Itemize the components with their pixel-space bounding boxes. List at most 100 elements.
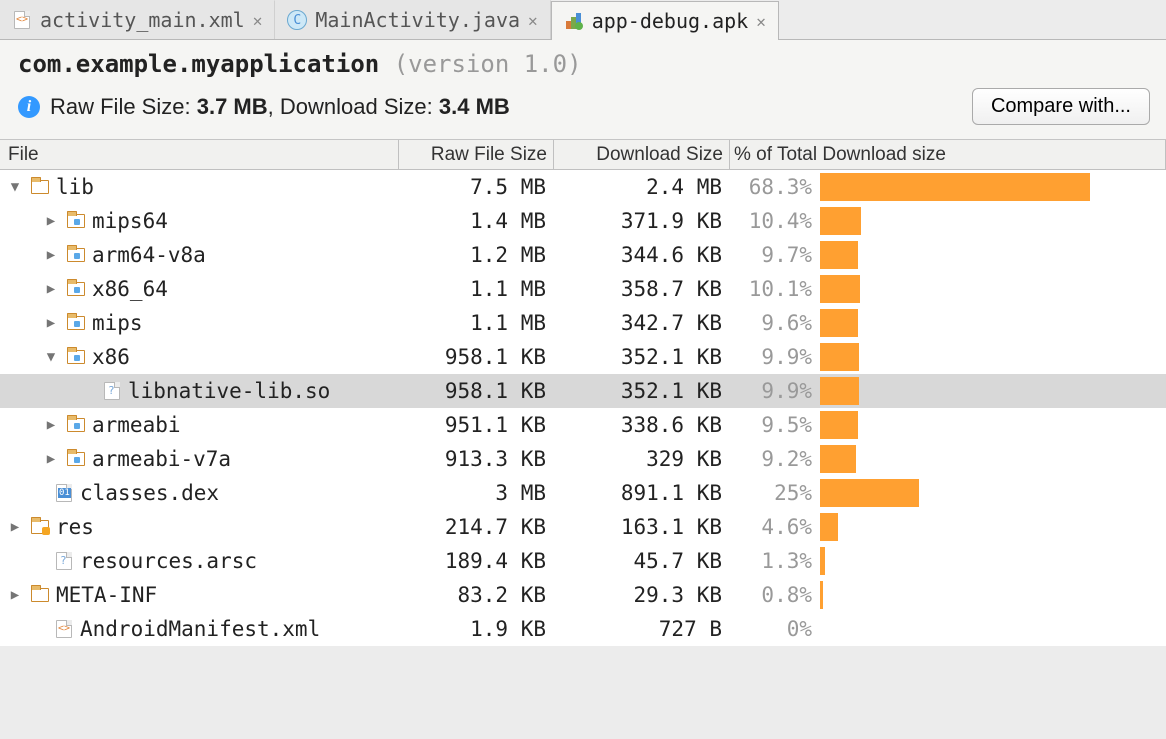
table-row[interactable]: ▶mips641.4 MB371.9 KB10.4%	[0, 204, 1166, 238]
disclosure-triangle-icon[interactable]: ▶	[42, 247, 60, 263]
download-size: 727 B	[554, 617, 730, 641]
table-row[interactable]: ▶ arm64-v8a 1.2 MB344.6 KB9.7%	[0, 238, 1166, 272]
pct-value: 0.8%	[730, 583, 820, 607]
folder-icon	[66, 246, 86, 264]
compare-with-button[interactable]: Compare with...	[972, 88, 1150, 125]
table-row[interactable]: AndroidManifest.xml1.9 KB727 B0%	[0, 612, 1166, 646]
raw-size: 913.3 KB	[399, 447, 554, 471]
download-size: 371.9 KB	[554, 209, 730, 233]
package-version: (version 1.0)	[394, 50, 582, 78]
table-row[interactable]: resources.arsc189.4 KB45.7 KB1.3%	[0, 544, 1166, 578]
xml-file-icon	[54, 620, 74, 638]
raw-size: 1.2 MB	[399, 243, 554, 267]
column-raw-size[interactable]: Raw File Size	[399, 140, 554, 169]
raw-size: 3 MB	[399, 481, 554, 505]
raw-size: 951.1 KB	[399, 413, 554, 437]
pct-bar	[820, 374, 1166, 408]
folder-icon	[30, 178, 50, 196]
table-row[interactable]: ▼x86958.1 KB352.1 KB9.9%	[0, 340, 1166, 374]
download-size: 45.7 KB	[554, 549, 730, 573]
table-row[interactable]: ▶armeabi951.1 KB338.6 KB9.5%	[0, 408, 1166, 442]
column-pct-total[interactable]: % of Total Download size	[730, 140, 1166, 169]
tab-activity-main[interactable]: activity_main.xml ✕	[0, 0, 275, 39]
close-icon[interactable]: ✕	[253, 11, 263, 30]
raw-size: 958.1 KB	[399, 379, 554, 403]
java-class-icon: C	[287, 10, 307, 30]
editor-tabs: activity_main.xml ✕ C MainActivity.java …	[0, 0, 1166, 40]
file-name: res	[56, 515, 94, 539]
file-name: resources.arsc	[80, 549, 257, 573]
folder-icon	[66, 416, 86, 434]
pct-value: 10.4%	[730, 209, 820, 233]
raw-size: 1.4 MB	[399, 209, 554, 233]
pct-value: 9.9%	[730, 345, 820, 369]
disclosure-triangle-icon[interactable]: ▶	[42, 281, 60, 297]
file-name: AndroidManifest.xml	[80, 617, 320, 641]
disclosure-triangle-icon[interactable]: ▶	[42, 417, 60, 433]
table-row[interactable]: libnative-lib.so958.1 KB352.1 KB9.9%	[0, 374, 1166, 408]
disclosure-triangle-icon[interactable]: ▶	[6, 587, 24, 603]
file-name: libnative-lib.so	[128, 379, 330, 403]
pct-bar	[820, 408, 1166, 442]
table-row[interactable]: ▶x86_641.1 MB358.7 KB10.1%	[0, 272, 1166, 306]
disclosure-triangle-icon[interactable]: ▶	[42, 213, 60, 229]
file-tree: ▼lib7.5 MB2.4 MB68.3%▶mips641.4 MB371.9 …	[0, 170, 1166, 646]
table-row[interactable]: ▼lib7.5 MB2.4 MB68.3%	[0, 170, 1166, 204]
tab-label: app-debug.apk	[592, 9, 749, 33]
pct-bar	[820, 612, 1166, 646]
tab-label: MainActivity.java	[315, 8, 520, 32]
table-row[interactable]: ▶ res 214.7 KB163.1 KB4.6%	[0, 510, 1166, 544]
close-icon[interactable]: ✕	[756, 12, 766, 31]
tab-main-activity[interactable]: C MainActivity.java ✕	[275, 0, 550, 39]
folder-icon	[30, 518, 50, 536]
table-row[interactable]: ▶META-INF83.2 KB29.3 KB0.8%	[0, 578, 1166, 612]
pct-bar	[820, 544, 1166, 578]
pct-value: 1.3%	[730, 549, 820, 573]
raw-size: 7.5 MB	[399, 175, 554, 199]
disclosure-triangle-icon[interactable]: ▶	[42, 315, 60, 331]
file-icon	[54, 552, 74, 570]
file-name: META-INF	[56, 583, 157, 607]
column-file[interactable]: File	[0, 140, 399, 169]
pct-bar	[820, 340, 1166, 374]
pct-value: 9.2%	[730, 447, 820, 471]
pct-bar	[820, 476, 1166, 510]
disclosure-triangle-icon[interactable]: ▶	[42, 451, 60, 467]
table-row[interactable]: classes.dex3 MB891.1 KB25%	[0, 476, 1166, 510]
pct-value: 4.6%	[730, 515, 820, 539]
size-summary: Raw File Size: 3.7 MB, Download Size: 3.…	[50, 94, 510, 120]
file-name: x86_64	[92, 277, 168, 301]
download-size: 163.1 KB	[554, 515, 730, 539]
download-size: 2.4 MB	[554, 175, 730, 199]
xml-icon	[12, 10, 32, 30]
pct-value: 9.6%	[730, 311, 820, 335]
file-name: armeabi-v7a	[92, 447, 231, 471]
raw-size: 1.9 KB	[399, 617, 554, 641]
disclosure-triangle-icon[interactable]: ▼	[6, 179, 24, 195]
raw-size: 214.7 KB	[399, 515, 554, 539]
tab-app-debug-apk[interactable]: app-debug.apk ✕	[551, 1, 779, 40]
table-row[interactable]: ▶armeabi-v7a913.3 KB329 KB9.2%	[0, 442, 1166, 476]
download-size: 344.6 KB	[554, 243, 730, 267]
folder-icon	[66, 314, 86, 332]
file-icon	[102, 382, 122, 400]
folder-icon	[30, 586, 50, 604]
download-size: 338.6 KB	[554, 413, 730, 437]
file-name: x86	[92, 345, 130, 369]
file-name: arm64-v8a	[92, 243, 206, 267]
pct-value: 68.3%	[730, 175, 820, 199]
download-size: 891.1 KB	[554, 481, 730, 505]
apk-icon	[564, 11, 584, 31]
close-icon[interactable]: ✕	[528, 11, 538, 30]
pct-value: 9.7%	[730, 243, 820, 267]
package-name: com.example.myapplication	[18, 50, 379, 78]
file-name: mips	[92, 311, 143, 335]
disclosure-triangle-icon[interactable]: ▶	[6, 519, 24, 535]
pct-value: 10.1%	[730, 277, 820, 301]
download-size: 342.7 KB	[554, 311, 730, 335]
pct-bar	[820, 306, 1166, 340]
pct-bar	[820, 170, 1166, 204]
column-download-size[interactable]: Download Size	[554, 140, 730, 169]
disclosure-triangle-icon[interactable]: ▼	[42, 349, 60, 365]
table-row[interactable]: ▶mips1.1 MB342.7 KB9.6%	[0, 306, 1166, 340]
